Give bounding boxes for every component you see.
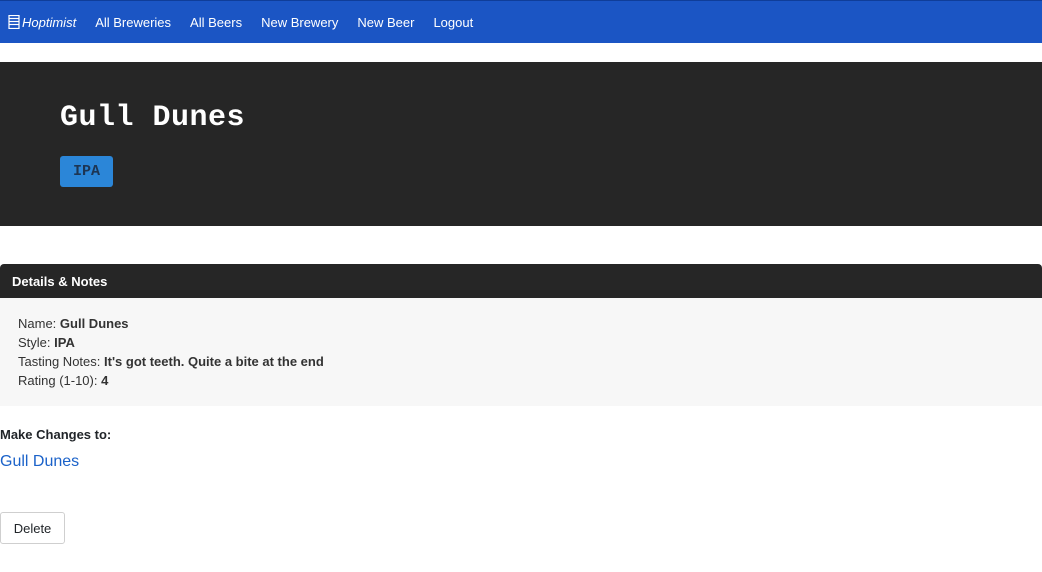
detail-style-label: Style: — [18, 335, 51, 350]
detail-rating-label: Rating (1-10): — [18, 373, 98, 388]
details-header: Details & Notes — [0, 264, 1042, 298]
top-navbar: Hoptimist All Breweries All Beers New Br… — [0, 0, 1042, 43]
detail-style: Style: IPA — [18, 335, 75, 350]
detail-rating: Rating (1-10): 4 — [18, 373, 108, 388]
detail-name: Name: Gull Dunes — [18, 316, 129, 331]
brand-link[interactable]: Hoptimist — [8, 15, 76, 30]
make-changes-label: Make Changes to: — [0, 427, 112, 442]
details-body: Name: Gull Dunes Style: IPA Tasting Note… — [0, 298, 1042, 406]
detail-notes-label: Tasting Notes: — [18, 354, 101, 369]
detail-name-value: Gull Dunes — [59, 316, 129, 331]
edit-beer-link[interactable]: Gull Dunes — [0, 453, 79, 471]
style-badge: IPA — [60, 156, 113, 187]
detail-name-label: Name: — [18, 316, 57, 331]
nav-all-breweries[interactable]: All Breweries — [95, 15, 171, 30]
nav-logout[interactable]: Logout — [433, 15, 473, 30]
brand-name: Hoptimist — [22, 14, 77, 30]
beer-hero: Gull Dunes IPA — [0, 62, 1042, 226]
detail-style-value: IPA — [54, 335, 75, 350]
nav-new-brewery[interactable]: New Brewery — [261, 15, 338, 30]
nav-all-beers[interactable]: All Beers — [190, 15, 242, 30]
beer-title: Gull Dunes — [60, 101, 246, 135]
detail-notes-value: It's got teeth. Quite a bite at the end — [104, 354, 324, 369]
detail-rating-value: 4 — [101, 373, 109, 388]
beer-glass-icon — [8, 15, 20, 29]
nav-new-beer[interactable]: New Beer — [357, 15, 414, 30]
delete-button[interactable]: Delete — [0, 512, 65, 544]
detail-notes: Tasting Notes: It's got teeth. Quite a b… — [18, 354, 324, 369]
